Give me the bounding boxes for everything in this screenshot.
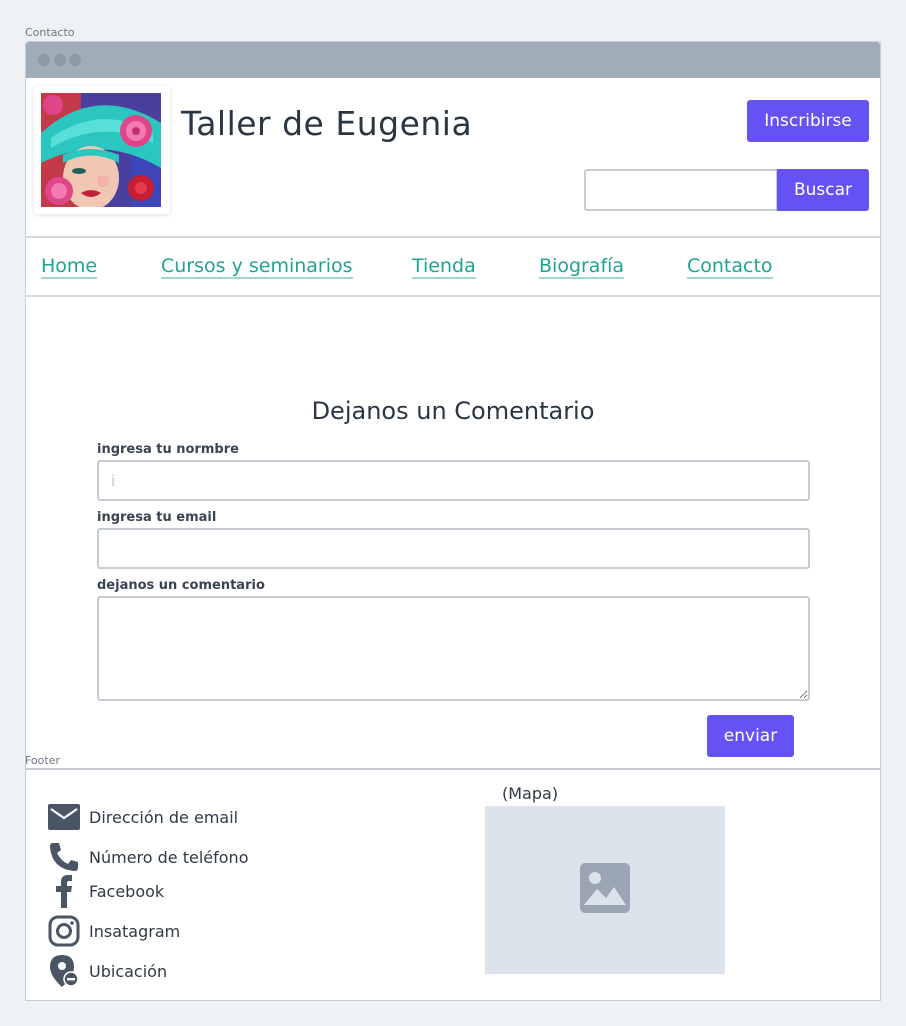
window-dot — [38, 54, 50, 66]
window-dot — [69, 54, 81, 66]
email-input[interactable] — [97, 528, 810, 569]
nav-item-biografia[interactable]: Biografía — [539, 255, 625, 279]
name-label: ingresa tu normbre — [97, 442, 239, 457]
frame-label-footer: Footer — [25, 754, 60, 767]
nav-item-contacto[interactable]: Contacto — [687, 255, 773, 279]
logo-painting — [41, 93, 161, 207]
footer-facebook-label: Facebook — [89, 881, 165, 901]
location-icon — [48, 955, 80, 987]
site-title: Taller de Eugenia — [181, 104, 473, 143]
main-nav: Home Cursos y seminarios Tienda Biografí… — [26, 238, 880, 297]
comment-textarea[interactable] — [97, 596, 810, 701]
site-header: Taller de Eugenia Inscribirse Buscar — [26, 78, 880, 238]
frame-label-contacto: Contacto — [25, 26, 75, 39]
footer-phone[interactable]: Número de teléfono — [48, 841, 248, 873]
name-input[interactable] — [97, 460, 810, 501]
browser-window: Taller de Eugenia Inscribirse Buscar Hom… — [25, 41, 881, 769]
footer-instagram-label: Insatagram — [89, 921, 181, 941]
window-titlebar — [26, 42, 880, 78]
instagram-icon — [48, 915, 80, 947]
window-dot — [54, 54, 66, 66]
footer-location-label: Ubicación — [89, 961, 168, 981]
footer-phone-label: Número de teléfono — [89, 847, 249, 867]
subscribe-button[interactable]: Inscribirse — [747, 100, 869, 142]
footer-email-label: Dirección de email — [89, 807, 239, 827]
submit-button[interactable]: enviar — [707, 715, 794, 757]
email-icon — [48, 801, 80, 833]
map-placeholder[interactable] — [485, 806, 725, 974]
footer-facebook[interactable]: Facebook — [48, 875, 165, 908]
facebook-icon — [48, 875, 80, 908]
nav-item-home[interactable]: Home — [41, 255, 98, 279]
email-label: ingresa tu email — [97, 510, 217, 525]
nav-item-tienda[interactable]: Tienda — [412, 255, 476, 279]
search-input[interactable] — [584, 169, 778, 211]
footer-instagram[interactable]: Insatagram — [48, 915, 180, 947]
comment-label: dejanos un comentario — [97, 578, 265, 593]
footer-email[interactable]: Dirección de email — [48, 801, 238, 833]
footer-location[interactable]: Ubicación — [48, 955, 167, 987]
site-footer: Dirección de email Número de teléfono Fa… — [25, 769, 881, 1001]
image-placeholder-icon — [580, 863, 630, 917]
form-title: Dejanos un Comentario — [311, 397, 595, 425]
map-label: (Mapa) — [502, 784, 559, 803]
phone-icon — [48, 841, 80, 873]
logo[interactable] — [34, 86, 170, 214]
search-button[interactable]: Buscar — [777, 169, 869, 211]
nav-item-cursos[interactable]: Cursos y seminarios — [161, 255, 353, 279]
